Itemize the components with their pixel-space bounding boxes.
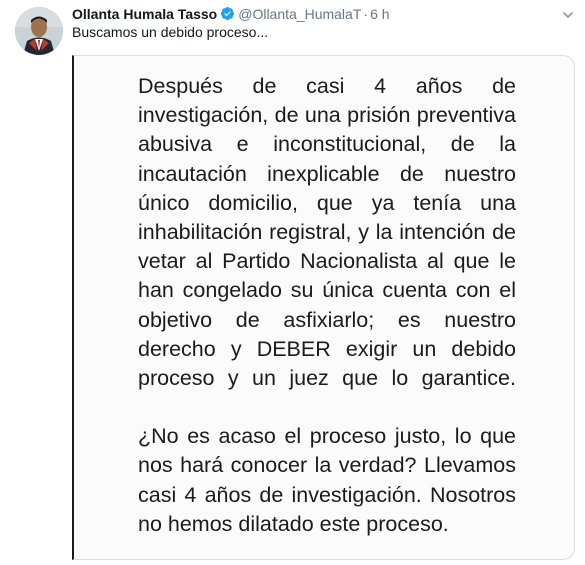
chevron-down-icon[interactable] xyxy=(562,8,574,26)
tweet-media-image[interactable]: Después de casi 4 años de investigación,… xyxy=(72,55,575,560)
image-text-block: Después de casi 4 años de investigación,… xyxy=(138,72,516,539)
author-handle[interactable]: @Ollanta_HumalaT xyxy=(238,6,361,22)
image-paragraph-1: Después de casi 4 años de investigación,… xyxy=(138,74,516,391)
image-paragraph-2: ¿No es acaso el proceso justo, lo que no… xyxy=(138,424,516,536)
tweet-header: Ollanta Humala Tasso @Ollanta_HumalaT · 6 h xyxy=(72,5,390,25)
avatar[interactable] xyxy=(15,7,63,55)
separator-dot: · xyxy=(363,6,369,22)
tweet-text: Buscamos un debido proceso... xyxy=(72,24,269,40)
tweet-timestamp[interactable]: 6 h xyxy=(370,6,389,22)
author-name[interactable]: Ollanta Humala Tasso xyxy=(72,6,217,22)
